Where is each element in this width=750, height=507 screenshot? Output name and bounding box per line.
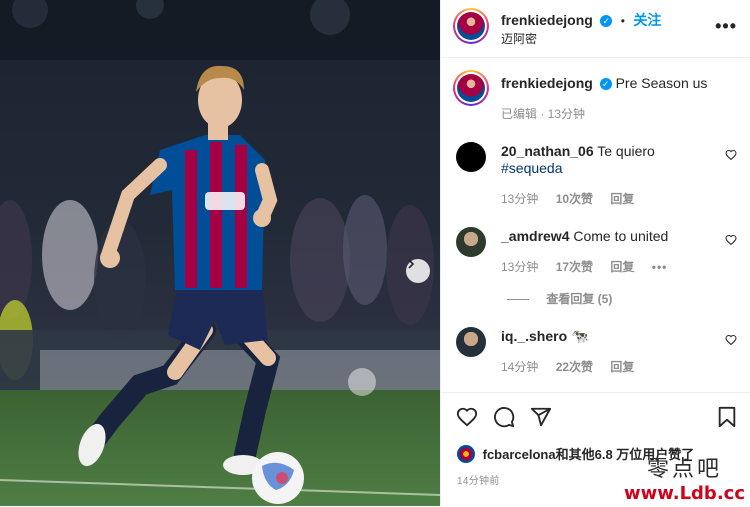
comment: 20_nathan_06 Te quiero #sequeda — [501, 143, 721, 177]
comment-username[interactable]: iq._.shero — [501, 328, 567, 344]
comment-avatar[interactable] — [456, 227, 486, 257]
location-link[interactable]: 迈阿密 — [501, 30, 537, 47]
fcbarcelona-avatar[interactable] — [457, 444, 475, 463]
comment-username[interactable]: _amdrew4 — [501, 228, 569, 244]
football — [252, 452, 304, 504]
watermark: 零点吧 www.Ldb.cc — [624, 451, 745, 504]
share-paper-plane-icon[interactable] — [530, 406, 552, 428]
comment-time: 14分钟 — [501, 360, 539, 374]
comment-actions: 13分钟 10次赞 回复 — [501, 190, 648, 207]
comment-likes[interactable]: 10次赞 — [556, 192, 593, 206]
watermark-url: www.Ldb.cc — [624, 483, 745, 504]
verified-badge-icon: ✓ — [599, 78, 612, 91]
comment-hashtag[interactable]: #sequeda — [501, 160, 563, 176]
comment-time: 13分钟 — [501, 192, 539, 206]
next-photo-button[interactable] — [406, 259, 430, 283]
comment: _amdrew4 Come to united — [501, 228, 721, 245]
comment-text: 🐄 — [571, 328, 589, 344]
comment-more-button[interactable]: ••• — [652, 260, 668, 274]
like-comment-heart-icon[interactable] — [725, 234, 737, 246]
photo-illustration — [0, 0, 440, 506]
post-header: frenkiedejong ✓ • 关注 迈阿密 ••• — [441, 0, 750, 58]
like-heart-icon[interactable] — [456, 406, 478, 428]
watermark-zh: 零点吧 — [646, 457, 722, 482]
reply-button[interactable]: 回复 — [610, 192, 634, 206]
comment-text: Te quiero — [597, 143, 655, 159]
more-options-button[interactable]: ••• — [715, 16, 737, 37]
like-comment-heart-icon[interactable] — [725, 149, 737, 161]
comment-avatar[interactable] — [456, 142, 486, 172]
replies-line — [507, 299, 529, 301]
separator-dot: • — [620, 14, 625, 28]
post-details-panel: frenkiedejong ✓ • 关注 迈阿密 ••• frenkiedejo… — [440, 0, 750, 506]
comment-actions: 14分钟 22次赞 回复 — [501, 358, 648, 375]
comment-likes[interactable]: 17次赞 — [556, 260, 593, 274]
comment-text: Come to united — [573, 228, 669, 244]
caption: frenkiedejong ✓ Pre Season us — [501, 75, 707, 91]
chevron-right-icon — [408, 259, 415, 269]
post-photo[interactable] — [0, 0, 440, 506]
author-avatar[interactable] — [453, 8, 489, 44]
like-comment-heart-icon[interactable] — [725, 334, 737, 346]
comment: iq._.shero 🐄 — [501, 328, 721, 345]
follow-button[interactable]: 关注 — [633, 12, 661, 28]
comment-time: 13分钟 — [501, 260, 539, 274]
save-bookmark-icon[interactable] — [717, 406, 737, 428]
comment-actions: 13分钟 17次赞 回复 ••• — [501, 258, 681, 275]
view-replies-label[interactable]: 查看回复 (5) — [546, 292, 612, 306]
comment-username[interactable]: 20_nathan_06 — [501, 143, 594, 159]
comment-bubble-icon[interactable] — [493, 406, 515, 428]
view-replies[interactable]: 查看回复 (5) — [507, 290, 612, 307]
verified-badge-icon: ✓ — [600, 14, 613, 27]
comment-likes[interactable]: 22次赞 — [556, 360, 593, 374]
post-timestamp: 14分钟前 — [457, 476, 500, 487]
comment-avatar[interactable] — [456, 327, 486, 357]
reply-button[interactable]: 回复 — [610, 360, 634, 374]
caption-username[interactable]: frenkiedejong — [501, 75, 593, 91]
caption-text: Pre Season us — [615, 75, 708, 91]
caption-meta: 已编辑 · 13分钟 — [501, 107, 586, 121]
caption-avatar[interactable] — [453, 70, 489, 106]
reply-button[interactable]: 回复 — [610, 260, 634, 274]
author-username[interactable]: frenkiedejong — [501, 12, 593, 28]
